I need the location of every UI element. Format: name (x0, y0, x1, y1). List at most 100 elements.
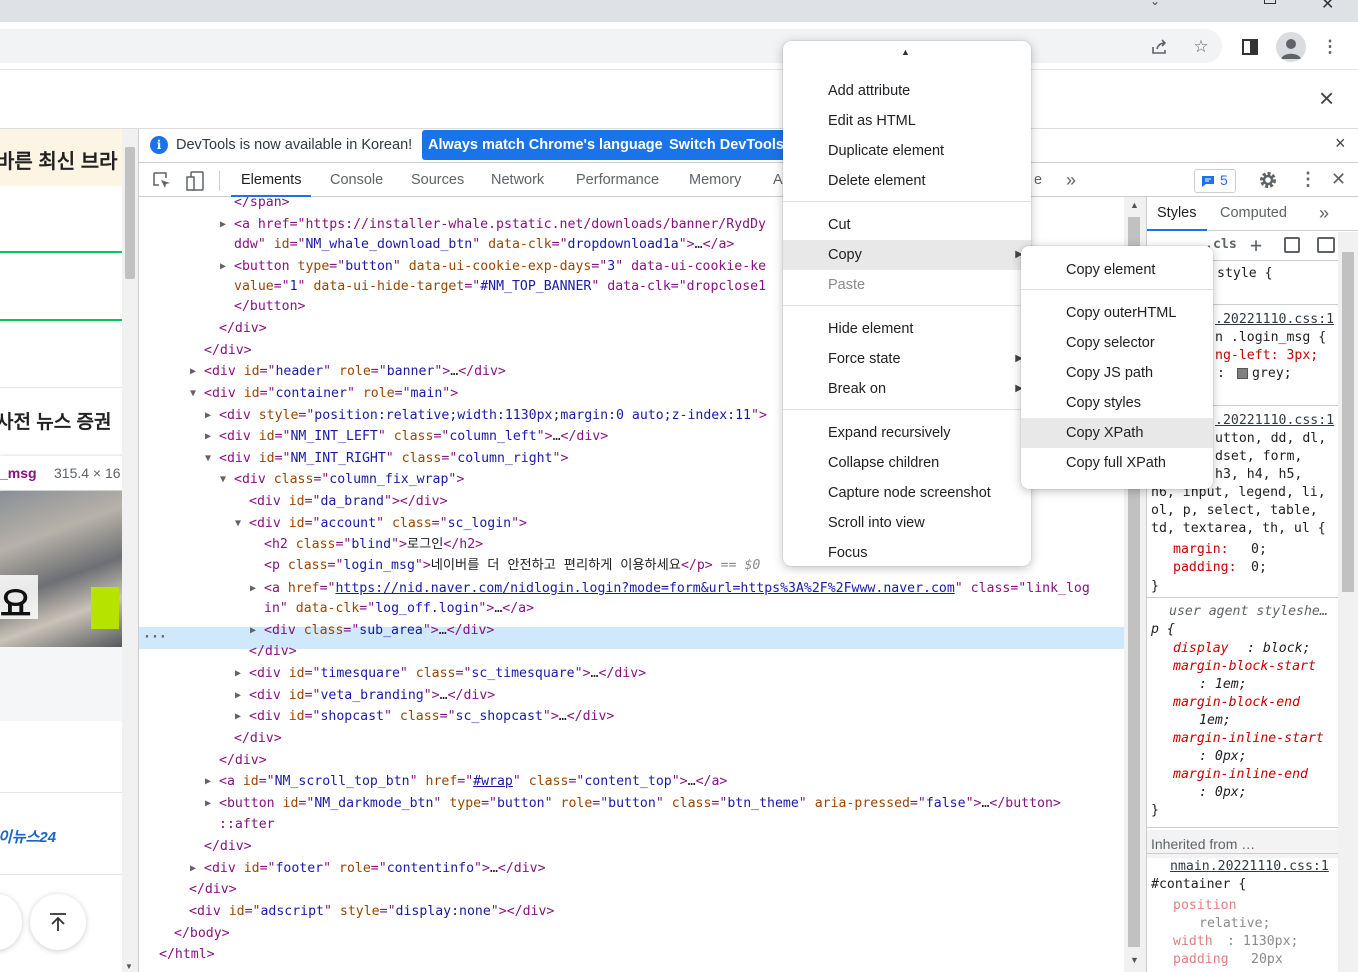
dom-line[interactable]: in" data-clk="log_off.login">…</a> (264, 598, 534, 619)
style-line[interactable]: padding: (1173, 559, 1237, 577)
settings-gear-icon[interactable] (1258, 170, 1278, 194)
expand-triangle-icon[interactable]: ▶ (250, 620, 262, 641)
style-line[interactable]: position (1173, 897, 1237, 915)
expand-triangle-icon[interactable]: ▶ (235, 663, 247, 684)
dom-line[interactable]: <div class="column_fix_wrap"> (234, 469, 464, 490)
style-line[interactable]: margin-block-start (1173, 658, 1316, 676)
style-line[interactable]: ng-left: 3px; (1215, 347, 1318, 365)
menu-item-capture-node-screenshot[interactable]: Capture node screenshot (783, 478, 1031, 508)
styles-more-icon[interactable]: » (1319, 197, 1329, 229)
dom-line[interactable]: <a href="https://installer-whale.pstatic… (234, 214, 766, 235)
expand-triangle-icon[interactable]: ▶ (190, 361, 202, 382)
dom-line[interactable]: <div id="NM_INT_LEFT" class="column_left… (219, 426, 608, 447)
toggle-sidebar-icon[interactable] (1317, 237, 1335, 253)
expand-triangle-icon[interactable]: ▶ (220, 214, 232, 235)
collapse-triangle-icon[interactable]: ▼ (190, 383, 202, 404)
profile-avatar[interactable] (1276, 32, 1306, 62)
submenu-item-copy-styles[interactable]: Copy styles (1021, 388, 1213, 418)
collapse-triangle-icon[interactable]: ▼ (235, 513, 247, 534)
style-line[interactable]: .20221110.css:1 (1215, 412, 1334, 430)
dom-line[interactable]: <div id="shopcast" class="sc_shopcast">…… (249, 706, 614, 727)
dom-line[interactable]: <div id="container" role="main"> (204, 383, 458, 404)
switch-devtools-button[interactable]: Switch DevTools (663, 130, 790, 160)
tab-computed[interactable]: Computed (1220, 197, 1287, 229)
menu-item-force-state[interactable]: Force state ▶ (783, 344, 1031, 374)
tab-elements[interactable]: Elements (231, 164, 312, 197)
menu-item-delete-element[interactable]: Delete element (783, 166, 1031, 196)
menu-item-cut[interactable]: Cut (783, 210, 1031, 240)
dom-line[interactable]: </div> (189, 879, 237, 900)
style-line[interactable]: width (1173, 933, 1213, 951)
dom-line[interactable]: <button type="button" data-ui-cookie-exp… (234, 256, 766, 277)
tab-sources[interactable]: Sources (411, 164, 464, 197)
dom-line[interactable]: <div id="header" role="banner">…</div> (204, 361, 506, 382)
side-panel-icon[interactable] (1236, 33, 1264, 61)
menu-item-copy[interactable]: Copy ▶ (783, 240, 1031, 270)
submenu-item-copy-full-xpath[interactable]: Copy full XPath (1021, 448, 1213, 478)
add-rule-icon[interactable]: + (1250, 233, 1262, 257)
dom-line[interactable]: ::after (219, 814, 275, 835)
bookmark-star-icon[interactable]: ☆ (1187, 33, 1215, 61)
collapse-triangle-icon[interactable]: ▼ (205, 448, 217, 469)
dom-line[interactable]: <div id="adscript" style="display:none">… (189, 901, 554, 922)
dom-ellipsis-icon[interactable]: ··· (143, 627, 167, 648)
dom-line[interactable]: </div> (249, 641, 297, 662)
dom-line[interactable]: <div id="account" class="sc_login"> (249, 513, 527, 534)
submenu-item-copy-element[interactable]: Copy element (1021, 255, 1213, 285)
expand-triangle-icon[interactable]: ▶ (205, 793, 217, 814)
dom-line[interactable]: </div> (204, 340, 252, 361)
dom-line[interactable]: </button> (234, 296, 305, 317)
style-line[interactable]: padding (1173, 951, 1229, 969)
collapse-triangle-icon[interactable]: ▼ (220, 469, 232, 490)
dom-line[interactable]: <div id="timesquare" class="sc_timesquar… (249, 663, 646, 684)
style-line[interactable]: display (1173, 640, 1229, 658)
always-match-language-button[interactable]: Always match Chrome's language (422, 130, 669, 160)
dom-line[interactable]: <div id="da_brand"></div> (249, 491, 448, 512)
dom-line[interactable]: </div> (219, 318, 267, 339)
menu-item-hide-element[interactable]: Hide element (783, 314, 1031, 344)
menu-item-paste[interactable]: Paste (783, 270, 1031, 300)
expand-triangle-icon[interactable]: ▶ (190, 858, 202, 879)
dom-line[interactable]: </body> (174, 923, 230, 944)
expand-triangle-icon[interactable]: ▶ (220, 256, 232, 277)
tab-network[interactable]: Network (491, 164, 544, 197)
menu-item-break-on[interactable]: Break on ▶ (783, 374, 1031, 404)
style-line[interactable]: nmain.20221110.css:1 (1170, 858, 1329, 876)
news-press-logo[interactable]: 이뉴스24 (0, 826, 56, 847)
tab-partial[interactable]: e (1034, 164, 1042, 197)
menu-item-focus[interactable]: Focus (783, 538, 1031, 568)
inspect-element-icon[interactable] (153, 172, 171, 194)
style-line[interactable]: margin-inline-end (1173, 766, 1308, 784)
dom-line[interactable]: <div id="NM_INT_RIGHT" class="column_rig… (219, 448, 568, 469)
dom-line[interactable]: <a id="NM_scroll_top_btn" href="#wrap" c… (219, 771, 727, 792)
menu-item-scroll-into-view[interactable]: Scroll into view (783, 508, 1031, 538)
info-close-icon[interactable]: × (1335, 133, 1346, 154)
tab-styles[interactable]: Styles (1147, 197, 1207, 231)
chevron-down-icon[interactable]: ⌄ (1150, 0, 1160, 8)
submenu-item-copy-js-path[interactable]: Copy JS path (1021, 358, 1213, 388)
style-line[interactable]: .20221110.css:1 (1215, 311, 1334, 329)
page-scrollbar[interactable]: ▼ (122, 129, 138, 972)
dom-line[interactable]: </html> (159, 944, 215, 965)
expand-triangle-icon[interactable]: ▶ (205, 405, 217, 426)
dom-line[interactable]: <div class="sub_area">…</div> (264, 620, 494, 641)
styles-scrollbar[interactable] (1338, 232, 1358, 972)
menu-item-collapse-children[interactable]: Collapse children (783, 448, 1031, 478)
menu-item-edit-as-html[interactable]: Edit as HTML (783, 106, 1031, 136)
menu-item-add-attribute[interactable]: Add attribute (783, 76, 1031, 106)
window-close-icon[interactable]: ✕ (1321, 0, 1334, 14)
dom-line[interactable]: </div> (234, 728, 282, 749)
dom-line[interactable]: <p class="login_msg">네이버를 더 안전하고 편리하게 이용… (264, 555, 760, 576)
dom-line[interactable]: <div style="position:relative;width:1130… (219, 405, 767, 426)
expand-triangle-icon[interactable]: ▶ (250, 578, 262, 599)
scroll-top-button[interactable] (30, 894, 86, 950)
dom-line[interactable]: <a href="https://nid.naver.com/nidlogin.… (264, 578, 1090, 599)
submenu-item-copy-selector[interactable]: Copy selector (1021, 328, 1213, 358)
infobar-close-icon[interactable]: × (1319, 83, 1334, 114)
color-swatch[interactable] (1237, 368, 1248, 379)
dom-line[interactable]: value="1" data-ui-hide-target="#NM_TOP_B… (234, 276, 766, 297)
expand-triangle-icon[interactable]: ▶ (205, 426, 217, 447)
close-devtools-icon[interactable]: ✕ (1331, 169, 1346, 190)
style-line[interactable]: margin-inline-start (1173, 730, 1324, 748)
share-icon[interactable] (1146, 33, 1174, 61)
